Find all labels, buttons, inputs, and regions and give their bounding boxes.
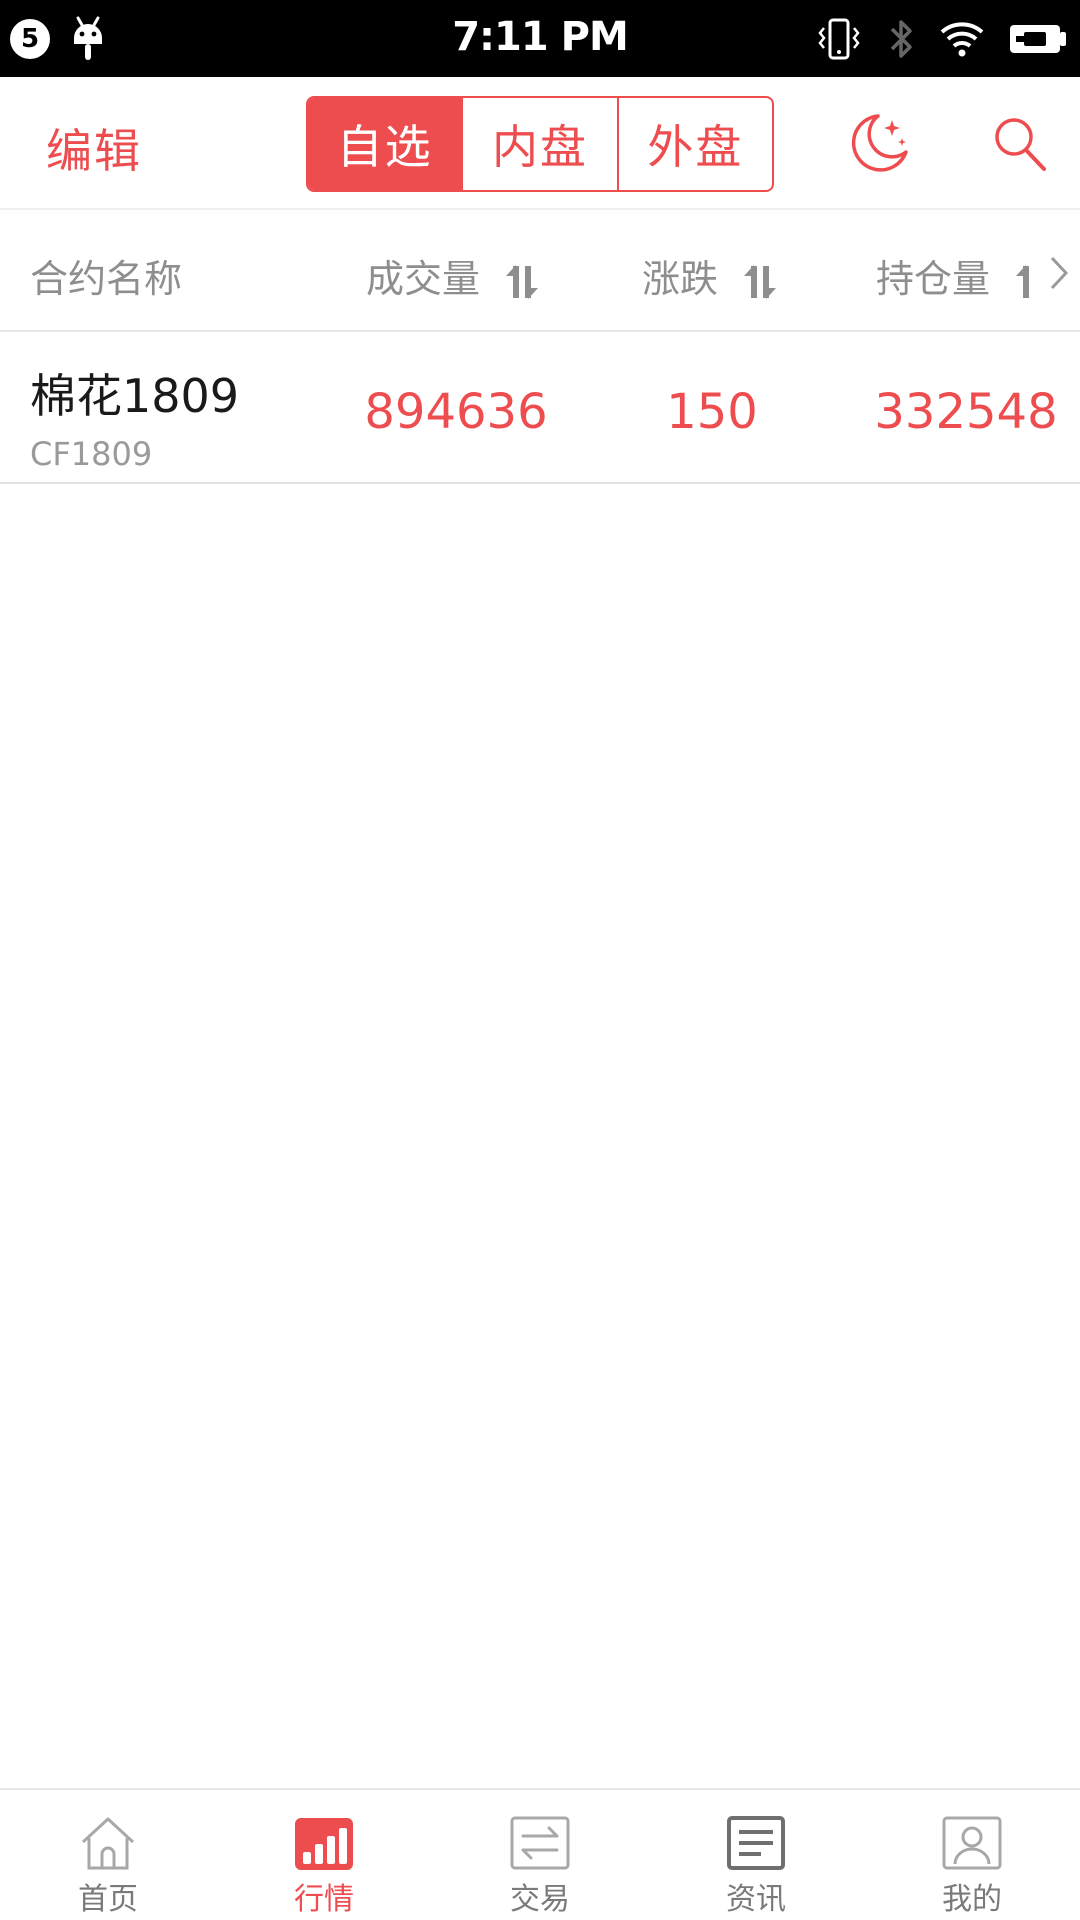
wifi-icon: [940, 22, 984, 57]
nav-item-trade[interactable]: 交易: [432, 1790, 648, 1920]
tab-foreign[interactable]: 外盘: [616, 98, 772, 190]
sort-icon: [1016, 264, 1030, 298]
nav-item-home[interactable]: 首页: [0, 1790, 216, 1920]
profile-icon: [942, 1816, 1002, 1870]
header-open-interest[interactable]: 持仓量: [876, 248, 1036, 303]
contract-name: 棉花1809: [30, 369, 240, 423]
chevron-right-icon[interactable]: [1048, 254, 1070, 292]
header-volume[interactable]: 成交量: [366, 248, 542, 303]
news-icon: [727, 1816, 785, 1870]
sort-icon: [506, 264, 539, 299]
top-bar: 编辑 自选 内盘 外盘: [0, 77, 1080, 210]
home-icon: [81, 1817, 135, 1870]
bluetooth-icon: [890, 20, 912, 58]
tab-watchlist[interactable]: 自选: [308, 98, 462, 190]
contract-code: CF1809: [30, 435, 153, 473]
sort-icon: [744, 264, 777, 299]
bottom-nav: 首页 行情 交易 资讯 我的: [0, 1788, 1080, 1920]
volume-value: 894636: [364, 384, 548, 440]
change-value: 150: [666, 384, 758, 440]
nav-item-profile[interactable]: 我的: [864, 1790, 1080, 1920]
night-mode-icon[interactable]: [846, 110, 912, 176]
tab-domestic[interactable]: 内盘: [461, 98, 616, 190]
trade-exchange-icon: [510, 1816, 570, 1870]
header-change[interactable]: 涨跌: [642, 248, 780, 303]
vibrate-icon: [818, 18, 860, 60]
open-interest-value: 332548: [874, 384, 1058, 440]
nav-item-news[interactable]: 资讯: [648, 1790, 864, 1920]
table-row[interactable]: 棉花1809 CF1809 894636 150 332548: [0, 332, 1080, 484]
header-contract-name: 合约名称: [30, 257, 183, 301]
search-icon[interactable]: [992, 115, 1048, 173]
market-segment-control: 自选 内盘 外盘: [306, 96, 774, 192]
nav-item-market[interactable]: 行情: [216, 1790, 432, 1920]
market-chart-icon: [295, 1818, 353, 1870]
battery-charging-icon: [1010, 25, 1066, 53]
table-header: 合约名称 成交量 涨跌 持仓量: [0, 210, 1080, 332]
edit-button[interactable]: 编辑: [46, 115, 142, 181]
status-bar: 5 7:11 PM: [0, 0, 1080, 77]
